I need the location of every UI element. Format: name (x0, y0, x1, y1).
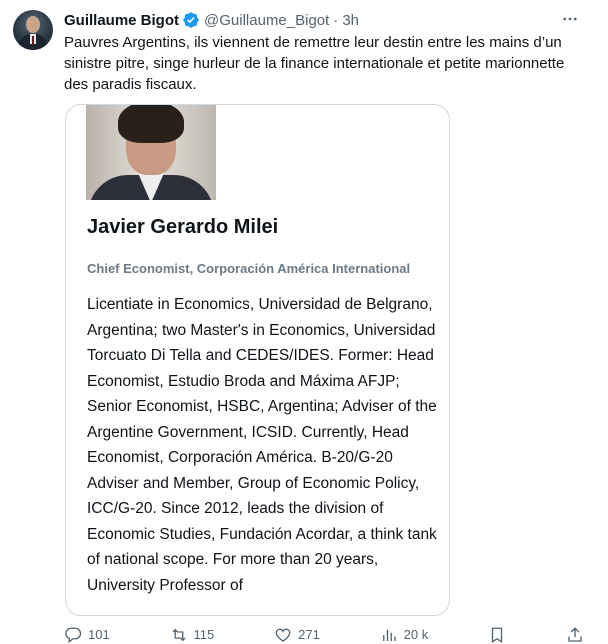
tweet-time[interactable]: 3h (342, 12, 359, 29)
card-name: Javier Gerardo Milei (87, 216, 279, 238)
reply-button[interactable]: 101 (64, 626, 110, 644)
views-button[interactable]: 20 k (380, 626, 428, 642)
reply-icon (65, 627, 82, 644)
share-button[interactable] (566, 626, 584, 642)
repost-icon (172, 628, 186, 642)
reply-count: 101 (88, 627, 110, 642)
card-bio: Licentiate in Economics, Universidad de … (87, 296, 437, 594)
avatar-tie (32, 36, 34, 45)
like-count: 271 (298, 627, 320, 642)
profile-photo (86, 105, 216, 200)
author-handle[interactable]: @Guillaume_Bigot (204, 12, 329, 29)
photo-hair (118, 105, 184, 143)
views-count: 20 k (403, 627, 429, 642)
like-button[interactable]: 271 (274, 626, 320, 642)
more-icon[interactable] (559, 8, 581, 30)
repost-count: 115 (193, 627, 215, 642)
author-avatar[interactable] (13, 10, 53, 50)
share-icon (568, 627, 582, 642)
card-role: Chief Economist, Corporación América Int… (87, 261, 411, 276)
tweet-text: Pauvres Argentins, ils viennent de remet… (64, 34, 565, 93)
avatar-face (26, 16, 40, 33)
verified-badge-icon (182, 11, 200, 29)
tweet[interactable]: Guillaume Bigot @Guillaume_Bigot · 3h Pa… (0, 0, 608, 644)
tweet-header: Guillaume Bigot @Guillaume_Bigot · 3h (64, 10, 359, 30)
like-icon (275, 628, 291, 642)
profile-card[interactable]: Javier Gerardo Milei Chief Economist, Co… (65, 104, 450, 616)
views-icon (382, 629, 396, 641)
bookmark-icon (491, 627, 503, 644)
bookmark-button[interactable] (488, 626, 506, 644)
repost-button[interactable]: 115 (170, 626, 214, 642)
separator-dot: · (333, 11, 339, 29)
author-name[interactable]: Guillaume Bigot (64, 12, 179, 29)
tweet-actions: 101 115 271 20 k (64, 626, 584, 644)
